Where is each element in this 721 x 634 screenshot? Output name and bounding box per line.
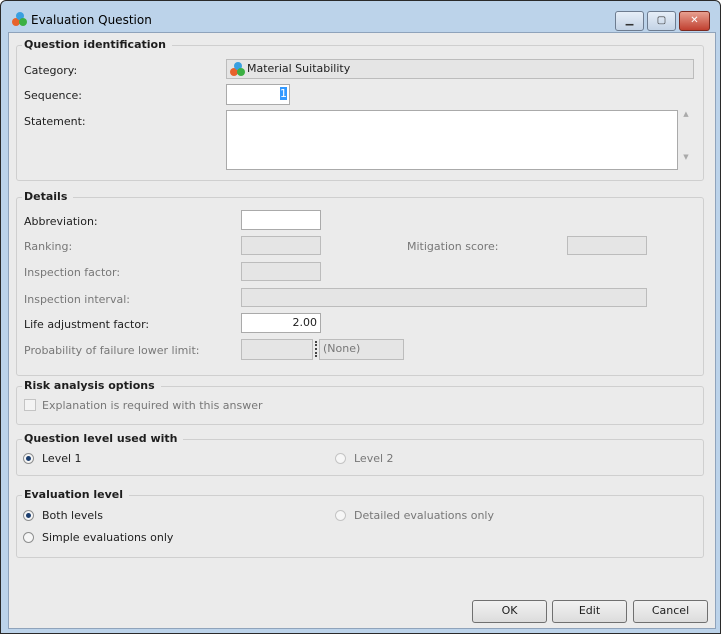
inspection-interval-input — [241, 288, 647, 307]
inspection-interval-label: Inspection interval: — [24, 293, 130, 306]
level-2-label: Level 2 — [354, 452, 394, 465]
statement-input[interactable] — [226, 110, 678, 170]
edit-button[interactable]: Edit — [552, 600, 627, 623]
close-button[interactable]: ✕ — [679, 11, 710, 31]
category-icon — [230, 62, 246, 78]
scroll-up-icon[interactable]: ▲ — [679, 110, 693, 118]
sequence-input[interactable]: 1 — [226, 84, 290, 105]
ranking-label: Ranking: — [24, 240, 73, 253]
simple-only-label: Simple evaluations only — [42, 531, 174, 544]
detailed-only-radio[interactable] — [335, 510, 346, 521]
level-1-radio[interactable] — [23, 453, 34, 464]
category-label: Category: — [24, 64, 78, 77]
category-value: Material Suitability — [247, 62, 351, 75]
mitigation-score-input — [567, 236, 647, 255]
scroll-down-icon[interactable]: ▼ — [679, 153, 693, 161]
evaluation-level-group: Evaluation level — [16, 488, 704, 558]
sequence-value: 1 — [280, 87, 287, 100]
dialog-client-area: Question identification Category: Materi… — [8, 32, 716, 629]
level-2-radio[interactable] — [335, 453, 346, 464]
maximize-button[interactable]: ▢ — [647, 11, 676, 31]
detailed-only-label: Detailed evaluations only — [354, 509, 495, 522]
dialog-window: Evaluation Question ▁ ▢ ✕ Question ident… — [0, 0, 721, 634]
abbreviation-label: Abbreviation: — [24, 215, 98, 228]
explanation-required-label: Explanation is required with this answer — [42, 399, 263, 412]
group-title: Details — [22, 190, 74, 203]
group-title: Question level used with — [22, 432, 184, 445]
pof-value-input — [241, 339, 313, 360]
ok-button[interactable]: OK — [472, 600, 547, 623]
level-1-label: Level 1 — [42, 452, 82, 465]
app-icon — [12, 12, 28, 28]
inspection-factor-input — [241, 262, 321, 281]
life-adjustment-label: Life adjustment factor: — [24, 318, 150, 331]
simple-only-radio[interactable] — [23, 532, 34, 543]
statement-scrollbar[interactable]: ▲ ▼ — [679, 110, 693, 170]
pof-lower-limit-label: Probability of failure lower limit: — [24, 344, 200, 357]
group-title: Evaluation level — [22, 488, 130, 501]
cancel-button[interactable]: Cancel — [633, 600, 708, 623]
minimize-button[interactable]: ▁ — [615, 11, 644, 31]
abbreviation-input[interactable] — [241, 210, 321, 230]
mitigation-score-label: Mitigation score: — [407, 240, 499, 253]
ranking-input — [241, 236, 321, 255]
sequence-label: Sequence: — [24, 89, 82, 102]
group-title: Risk analysis options — [22, 379, 161, 392]
explanation-required-checkbox[interactable] — [24, 399, 36, 411]
statement-label: Statement: — [24, 115, 86, 128]
group-title: Question identification — [22, 38, 172, 51]
window-title: Evaluation Question — [31, 13, 152, 27]
both-levels-radio[interactable] — [23, 510, 34, 521]
pof-unit-field: (None) — [319, 339, 404, 360]
both-levels-label: Both levels — [42, 509, 103, 522]
category-field: Material Suitability — [226, 59, 694, 79]
life-adjustment-input[interactable]: 2.00 — [241, 313, 321, 333]
inspection-factor-label: Inspection factor: — [24, 266, 121, 279]
